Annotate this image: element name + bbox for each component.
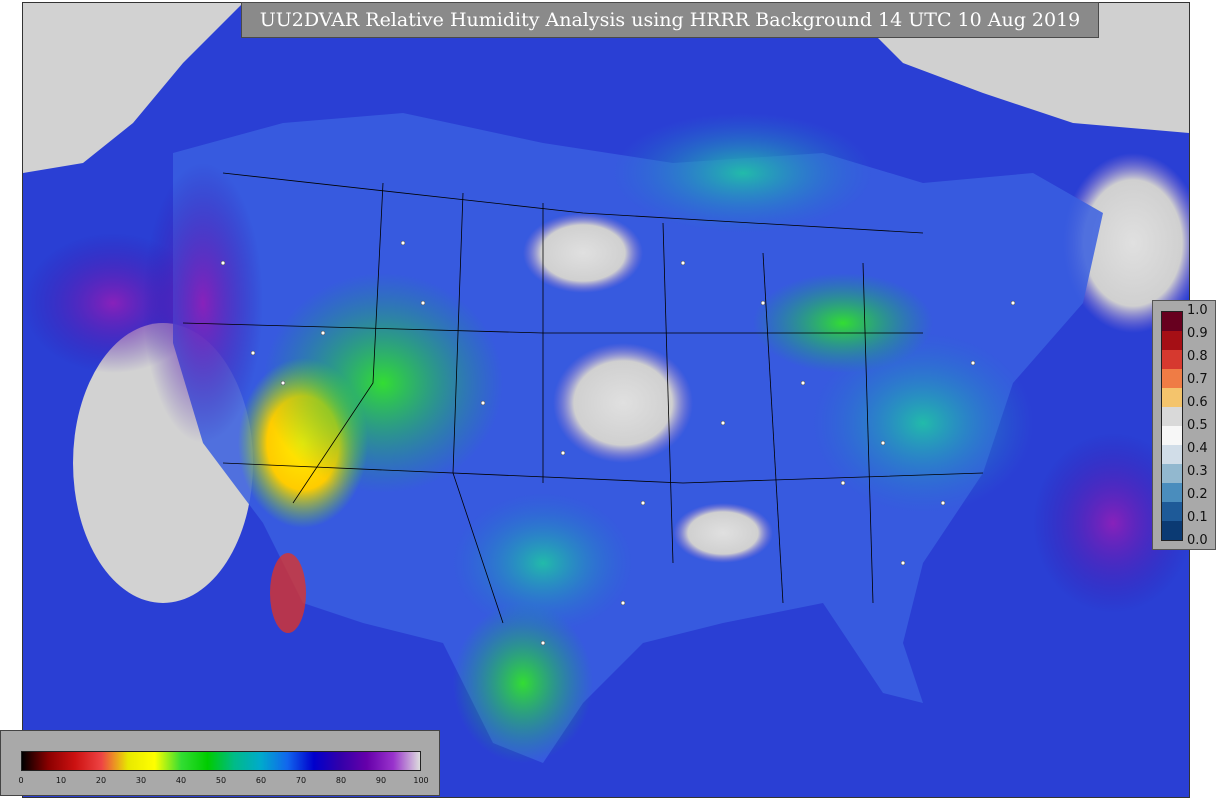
legend-swatch bbox=[1162, 426, 1182, 445]
south-grey bbox=[673, 503, 773, 563]
probability-legend: 1.0 0.9 0.8 0.7 0.6 0.5 0.4 0.3 0.2 0.1 0.0 bbox=[1152, 300, 1216, 550]
humidity-map bbox=[22, 2, 1203, 798]
probability-legend-bar bbox=[1161, 311, 1183, 541]
legend-swatch bbox=[1162, 483, 1182, 502]
colorbar-tick-label: 70 bbox=[295, 776, 307, 785]
west-coast-purple bbox=[143, 163, 263, 443]
legend-swatch bbox=[1162, 312, 1182, 331]
probability-legend-labels: 1.0 0.9 0.8 0.7 0.6 0.5 0.4 0.3 0.2 0.1 0.0 bbox=[1187, 301, 1216, 551]
colorbar-tick-label: 20 bbox=[95, 776, 107, 785]
colorbar-tick-label: 80 bbox=[335, 776, 347, 785]
midwest-grey bbox=[553, 343, 693, 463]
canada-cyan bbox=[613, 113, 873, 233]
dakota-grey bbox=[523, 213, 643, 293]
legend-label: 0.8 bbox=[1187, 349, 1208, 364]
colorbar-tick-label: 60 bbox=[255, 776, 267, 785]
legend-swatch bbox=[1162, 445, 1182, 464]
legend-label: 0.2 bbox=[1187, 487, 1208, 502]
map-title: UU2DVAR Relative Humidity Analysis using… bbox=[241, 2, 1099, 38]
legend-label: 0.4 bbox=[1187, 441, 1208, 456]
legend-swatch bbox=[1162, 369, 1182, 388]
intermountain-green bbox=[263, 273, 503, 493]
colorbar-tick-label: 100 bbox=[413, 776, 429, 785]
legend-swatch bbox=[1162, 407, 1182, 426]
legend-swatch bbox=[1162, 502, 1182, 521]
legend-label: 0.1 bbox=[1187, 510, 1208, 525]
colorbar-tick-label: 50 bbox=[215, 776, 227, 785]
baja-dry bbox=[270, 553, 306, 633]
legend-swatch bbox=[1162, 464, 1182, 483]
legend-label: 0.7 bbox=[1187, 372, 1208, 387]
colorbar-tick-label: 40 bbox=[175, 776, 187, 785]
map-svg bbox=[23, 3, 1203, 797]
plains-cyan bbox=[453, 493, 633, 633]
colorbar-tick-label: 30 bbox=[135, 776, 147, 785]
humidity-colorbar: 0 10 20 30 40 50 60 70 80 90 100 bbox=[0, 730, 440, 796]
legend-label: 0.5 bbox=[1187, 418, 1208, 433]
legend-swatch bbox=[1162, 331, 1182, 350]
legend-label: 0.3 bbox=[1187, 464, 1208, 479]
legend-swatch bbox=[1162, 350, 1182, 369]
colorbar-tick-label: 10 bbox=[55, 776, 67, 785]
legend-swatch bbox=[1162, 521, 1182, 540]
legend-label: 0.0 bbox=[1187, 533, 1208, 548]
legend-label: 1.0 bbox=[1187, 303, 1208, 318]
legend-label: 0.9 bbox=[1187, 326, 1208, 341]
colorbar-tick-label: 0 bbox=[18, 776, 24, 785]
legend-swatch bbox=[1162, 388, 1182, 407]
legend-label: 0.6 bbox=[1187, 395, 1208, 410]
great-lakes-green bbox=[753, 273, 933, 373]
colorbar-tick-label: 90 bbox=[375, 776, 387, 785]
humidity-colorbar-strip bbox=[21, 751, 421, 771]
